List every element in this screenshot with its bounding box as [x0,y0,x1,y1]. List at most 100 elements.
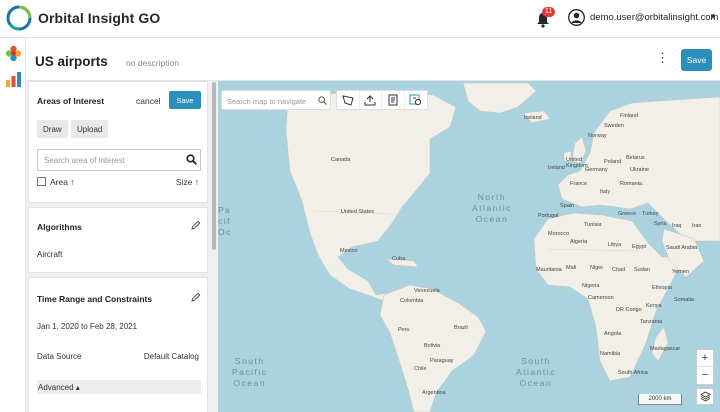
imagery-tool[interactable] [405,91,427,109]
map-label: Chile [414,366,427,372]
map-label: Peru [398,327,410,333]
zoom-in-button[interactable]: + [697,350,713,367]
map-label: Romania [620,181,643,187]
page-header: US airports no description ⋮ Save [26,38,720,81]
map-label: Niger [590,265,604,271]
aoi-search-input[interactable] [44,154,174,166]
upload-button[interactable]: Upload [71,120,109,138]
map-label: Tunisia [584,222,602,228]
user-email[interactable]: demo.user@orbitalinsight.com [590,12,718,23]
algorithms-title: Algorithms [37,222,82,232]
time-range-title: Time Range and Constraints [37,294,153,304]
map-label: Mali [566,265,577,271]
map-label: Finland [620,113,639,119]
map-label: Sudan [634,267,650,273]
data-source-value: Default Catalog [143,352,199,361]
map-search-input[interactable] [227,95,313,107]
map-label: Iraq [672,223,682,229]
map-label: Iceland [524,115,542,121]
side-panel-scrollbar[interactable] [212,82,216,250]
map-label: Cameroon [588,295,614,301]
draw-polygon-tool[interactable] [337,91,360,109]
algorithms-card: Algorithms Aircraft [28,207,208,273]
draw-button[interactable]: Draw [37,120,68,138]
map-label: Germany [585,167,608,173]
zoom-control: + − [696,349,714,385]
map-label: France [570,181,588,187]
map-label: Ukraine [630,167,649,173]
map-label: Yemen [672,269,689,275]
left-rail [0,38,26,412]
map-label: Cuba [392,256,406,262]
orbital-logo-icon[interactable] [6,5,32,31]
layers-button[interactable] [696,388,714,405]
map-label: Syria [654,221,667,227]
imagery-select-icon [409,94,422,106]
top-bar: Orbital Insight GO 11 demo.user@orbitali… [0,0,720,38]
map-label: Iran [692,223,702,229]
map-label: Mauritania [536,267,562,273]
map-label: DR Congo [616,307,642,313]
user-avatar-icon[interactable] [568,9,585,26]
map-label: Saudi Arabia [666,245,698,251]
map-label: Morocco [548,231,570,237]
map-label: Egypt [632,244,647,250]
map-label: Norway [588,133,607,139]
upload-shape-tool[interactable] [360,91,382,109]
map-label: Paraguay [430,358,454,364]
map-label: Italy [600,189,611,195]
search-icon[interactable] [186,154,197,165]
notification-badge: 11 [542,7,556,17]
ocean-label-south-pacific: South Pacific Ocean [232,356,268,388]
map-label: Greece [618,211,637,217]
time-range-card: Time Range and Constraints Jan 1, 2020 t… [28,277,208,412]
page-description[interactable]: no description [126,58,179,68]
map-label: Argentina [422,390,446,396]
aoi-save-button[interactable]: Save [169,91,201,109]
map-label: Ireland [548,165,565,171]
map-label: Colombia [400,298,424,304]
map-label: Angola [604,331,622,337]
scale-bar: 2000 km [638,394,682,405]
map-label: South Africa [618,370,648,376]
analytics-chart-icon[interactable] [5,71,22,88]
aoi-title: Areas of Interest [37,96,105,106]
catalog-tool[interactable] [382,91,405,109]
map-label: Libya [608,242,622,248]
more-options-icon[interactable]: ⋮ [656,51,669,64]
algorithm-value: Aircraft [37,250,63,259]
select-all-checkbox[interactable] [37,177,46,186]
sort-area-header[interactable]: Area ↑ [50,177,75,187]
map-search-field[interactable] [221,90,331,110]
catalog-icon [388,94,398,106]
zoom-out-button[interactable]: − [697,367,713,384]
ocean-label-south-atlantic: South Atlantic Ocean [516,356,556,388]
map-label: Mexico [340,248,358,254]
save-button[interactable]: Save [681,49,712,71]
map-label: Chad [612,267,626,273]
map-search-icon[interactable] [318,96,327,105]
aoi-search-field[interactable] [37,149,201,171]
aoi-cancel-link[interactable]: cancel [136,96,161,106]
date-range-value: Jan 1, 2020 to Feb 28, 2021 [37,322,138,331]
areas-of-interest-card: Areas of Interest cancel Save Draw Uploa… [28,81,208,203]
map-view[interactable]: North Atlantic Ocean South Pacific Ocean… [218,81,720,412]
map-label: Somalia [674,297,694,303]
map-label: Bolivia [424,343,441,349]
map-label: Spain [560,203,575,209]
edit-time-range-pencil-icon[interactable] [191,292,201,302]
advanced-toggle[interactable]: Advanced ▴ [37,380,201,394]
map-label: Venezuela [414,288,440,294]
map-label: Tanzania [640,319,663,325]
explore-flower-icon[interactable] [5,45,22,62]
map-label: Nigeria [582,283,600,289]
user-menu-caret-icon[interactable]: ▼ [709,12,717,21]
edit-algorithms-pencil-icon[interactable] [191,220,201,230]
sort-size-header[interactable]: Size ↑ [176,177,199,187]
brand-name: Orbital Insight GO [38,10,161,26]
ocean-label-north-atlantic: North Atlantic Ocean [472,192,512,224]
ocean-label-pacific: Pa cif Oc [218,205,232,237]
page-title: US airports [35,54,108,69]
map-label: Turkey [642,211,659,217]
map-label: Canada [331,157,351,163]
